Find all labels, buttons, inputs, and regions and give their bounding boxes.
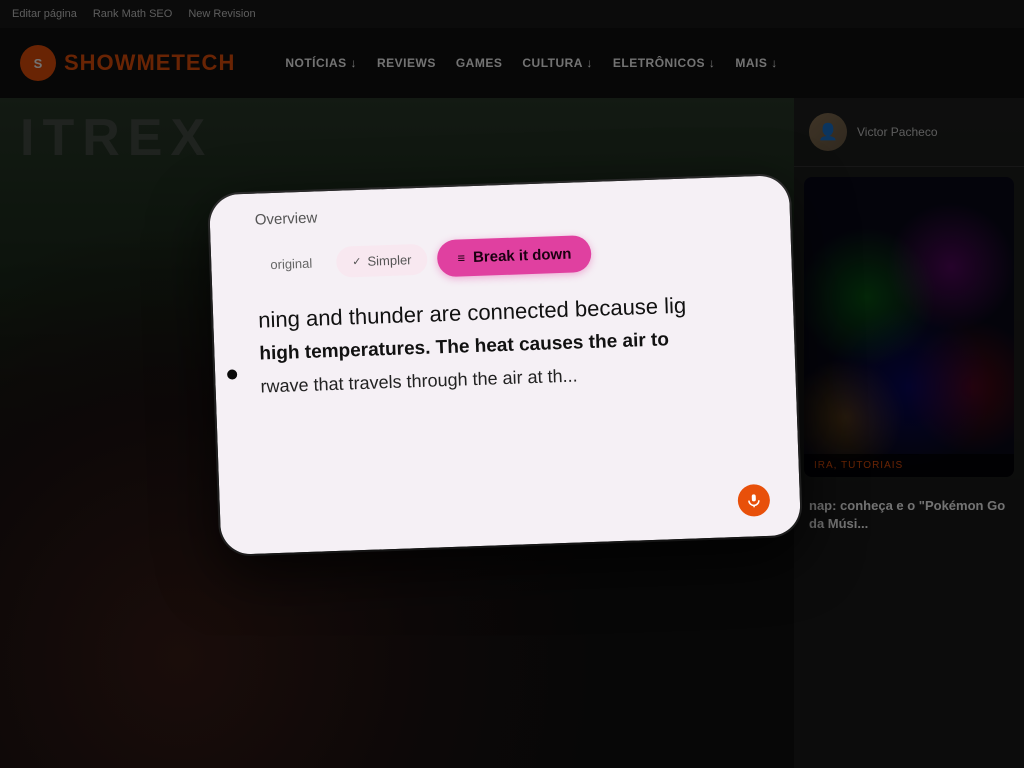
screen-content: Overview original ✓ Simpler ≡ Break it d…	[234, 175, 801, 554]
bg-watermark: ITREX	[20, 108, 213, 168]
site-logo: S SHOWMETECH	[20, 45, 235, 81]
original-button[interactable]: original	[256, 247, 327, 280]
author-avatar: 👤	[809, 113, 847, 151]
checkmark-icon: ✓	[352, 255, 362, 268]
nav-mais[interactable]: MAIS ↓	[735, 56, 777, 70]
nav-cultura[interactable]: CULTURA ↓	[522, 56, 593, 70]
nav-games[interactable]: GAMES	[456, 56, 503, 70]
site-nav: NOTÍCIAS ↓ REVIEWS GAMES CULTURA ↓ ELETR…	[285, 56, 777, 70]
screen-text-area: ning and thunder are connected because l…	[237, 277, 796, 409]
svg-text:S: S	[34, 56, 43, 71]
bg-sidebar: 👤 Victor Pacheco IRA, TUTORIAIS nap: con…	[794, 98, 1024, 768]
author-name: Victor Pacheco	[857, 125, 938, 139]
logo-text: SHOWMETECH	[64, 50, 235, 76]
break-it-down-button[interactable]: ≡ Break it down	[437, 235, 592, 277]
nav-reviews[interactable]: REVIEWS	[377, 56, 436, 70]
revision-label: New Revision	[188, 8, 255, 20]
colorful-bg	[804, 177, 1014, 477]
camera-hole	[227, 369, 237, 379]
nav-noticias[interactable]: NOTÍCIAS ↓	[285, 56, 357, 70]
sidebar-category-label: IRA, TUTORIAIS	[804, 454, 1014, 477]
site-header: S SHOWMETECH NOTÍCIAS ↓ REVIEWS GAMES CU…	[0, 28, 1024, 98]
seo-label: Rank Math SEO	[93, 8, 172, 20]
simpler-label: Simpler	[367, 252, 412, 269]
smartphone: Overview original ✓ Simpler ≡ Break it d…	[209, 175, 801, 555]
sidebar-article-title: nap: conheça e o "Pokémon Go da Músi...	[794, 487, 1024, 543]
list-icon: ≡	[457, 250, 465, 265]
edit-page-label: Editar página	[12, 8, 77, 20]
sidebar-phone-image: IRA, TUTORIAIS	[804, 177, 1014, 477]
admin-bar: Editar página Rank Math SEO New Revision	[0, 0, 1024, 28]
nav-eletronicos[interactable]: ELETRÔNICOS ↓	[613, 56, 716, 70]
break-it-down-label: Break it down	[473, 246, 572, 266]
phone-screen: Overview original ✓ Simpler ≡ Break it d…	[209, 175, 801, 555]
simpler-button[interactable]: ✓ Simpler	[336, 244, 428, 278]
logo-icon: S	[20, 45, 56, 81]
sidebar-author: 👤 Victor Pacheco	[794, 98, 1024, 167]
